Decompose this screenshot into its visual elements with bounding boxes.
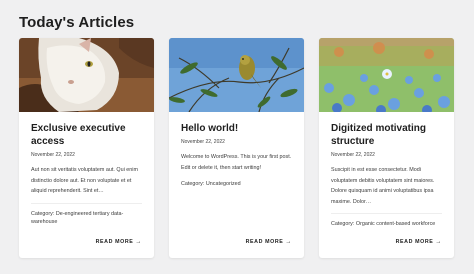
article-category: Category: Uncategorized: [181, 180, 292, 189]
read-more-link[interactable]: READ MORE →: [96, 239, 142, 245]
article-card: Hello world! November 22, 2022 Welcome t…: [169, 38, 304, 258]
section-title: Today's Articles: [19, 14, 135, 31]
article-excerpt: Welcome to WordPress. This is your first…: [181, 154, 292, 171]
article-category: Category: Organic content-based workforc…: [331, 213, 442, 229]
article-card: Digitized motivating structure November …: [319, 38, 454, 258]
read-more-label: READ MORE: [245, 239, 284, 245]
arrow-right-icon: →: [135, 239, 142, 245]
cat-photo[interactable]: [19, 38, 154, 112]
article-excerpt: Suscipit in est esse consectetur. Modi v…: [331, 167, 435, 205]
article-date: November 22, 2022: [181, 139, 225, 145]
read-more-label: READ MORE: [395, 239, 434, 245]
article-title[interactable]: Exclusive executive access: [31, 122, 142, 148]
arrow-right-icon: →: [285, 239, 292, 245]
article-date: November 22, 2022: [31, 152, 75, 158]
article-grid: Exclusive executive access November 22, …: [19, 38, 455, 258]
article-title[interactable]: Hello world!: [181, 122, 292, 135]
bird-photo[interactable]: [169, 38, 304, 112]
read-more-link[interactable]: READ MORE →: [396, 239, 442, 245]
flowers-photo[interactable]: [319, 38, 454, 112]
category-link[interactable]: Uncategorized: [206, 181, 241, 187]
category-link[interactable]: Organic content-based workforce: [356, 221, 435, 227]
article-card: Exclusive executive access November 22, …: [19, 38, 154, 258]
article-category: Category: De-engineered tertiary data-wa…: [31, 202, 142, 227]
article-date: November 22, 2022: [331, 152, 375, 158]
read-more-label: READ MORE: [95, 239, 134, 245]
category-label: Category:: [331, 221, 355, 227]
read-more-link[interactable]: READ MORE →: [246, 239, 292, 245]
article-excerpt: Aut non sit veritatis voluptatem aut. Qu…: [31, 167, 138, 194]
arrow-right-icon: →: [435, 239, 442, 245]
category-label: Category:: [31, 210, 55, 217]
category-label: Category:: [181, 181, 205, 187]
article-title[interactable]: Digitized motivating structure: [331, 122, 442, 148]
